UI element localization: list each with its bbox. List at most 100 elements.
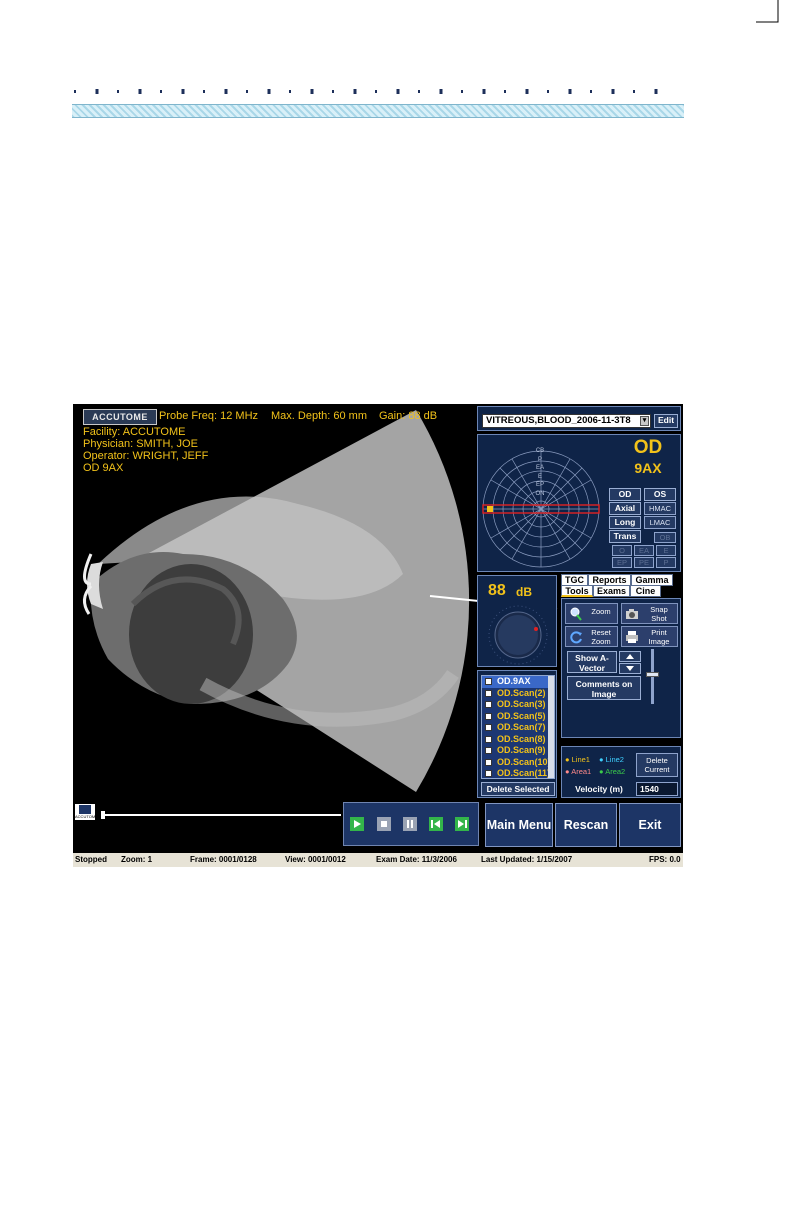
decorative-dot <box>181 89 185 94</box>
reset-zoom-button[interactable]: Reset Zoom <box>565 626 618 647</box>
decorative-dot <box>310 89 314 94</box>
diagnosis-select[interactable]: VITREOUS,BLOOD_2006-11-3T8 ▾ <box>482 414 651 428</box>
list-item[interactable]: OD.Scan(2) <box>482 688 554 700</box>
operator-label: Operator: WRIGHT, JEFF <box>83 450 209 462</box>
area2-option[interactable]: ● Area2 <box>599 767 625 776</box>
decorative-dot-row <box>74 89 658 94</box>
list-scrollbar[interactable] <box>548 676 554 778</box>
accutome-logo: ACCUTOME <box>83 409 157 425</box>
status-bar: Stopped Zoom: 1 Frame: 0001/0128 View: 0… <box>73 853 683 867</box>
axial-button[interactable]: Axial <box>609 502 641 515</box>
tab-cine[interactable]: Cine <box>630 585 661 597</box>
ob-button[interactable]: OB <box>654 532 676 543</box>
zoom-button[interactable]: Zoom <box>565 603 618 624</box>
cine-logo-text: ACCUTOME <box>75 814 98 819</box>
delete-current-button[interactable]: Delete Current <box>636 753 678 777</box>
facility-label: Facility: ACCUTOME <box>83 426 186 438</box>
rescan-button[interactable]: Rescan <box>555 803 617 847</box>
physician-label: Physician: SMITH, JOE <box>83 438 198 450</box>
velocity-input[interactable]: 1540 <box>636 782 678 796</box>
scan-list-panel: OD.9AX OD.Scan(2) OD.Scan(3) OD.Scan(5) … <box>477 670 557 798</box>
area1-option[interactable]: ● Area1 <box>565 767 591 776</box>
decorative-dot <box>654 89 658 94</box>
pause-icon <box>407 820 413 828</box>
decorative-dot <box>267 89 271 94</box>
decorative-dot <box>418 90 420 93</box>
list-item[interactable]: OD.9AX <box>482 676 554 688</box>
snapshot-label: Snap Shot <box>650 605 668 623</box>
pe-button[interactable]: PE <box>634 557 654 568</box>
o-button[interactable]: O <box>612 545 632 556</box>
measurement-panel: ● Line1 ● Line2 ● Area1 ● Area2 Delete C… <box>561 746 681 798</box>
list-item[interactable]: OD.Scan(8) <box>482 734 554 746</box>
lmac-button[interactable]: LMAC <box>644 516 676 529</box>
tab-tools[interactable]: Tools <box>561 585 593 597</box>
scan-label: OD 9AX <box>83 462 124 474</box>
ultrasound-screenshot: ACCUTOME Probe Freq: 12 MHz Max. Depth: … <box>73 404 683 867</box>
long-button[interactable]: Long <box>609 516 641 529</box>
max-depth-label: Max. Depth: 60 mm <box>271 410 367 422</box>
slider-thumb[interactable] <box>646 672 659 677</box>
cine-scrubber-thumb[interactable] <box>101 811 105 819</box>
ep-button[interactable]: EP <box>612 557 632 568</box>
area1-label: Area1 <box>571 767 592 776</box>
exit-button[interactable]: Exit <box>619 803 681 847</box>
line1-option[interactable]: ● Line1 <box>565 755 590 764</box>
show-avector-button[interactable]: Show A-Vector <box>567 651 617 673</box>
p-button[interactable]: P <box>656 557 676 568</box>
gain-value: 88 <box>488 582 506 599</box>
line2-option[interactable]: ● Line2 <box>599 755 624 764</box>
delete-selected-button[interactable]: Delete Selected <box>481 782 555 796</box>
edit-diagnosis-button[interactable]: Edit <box>654 414 678 428</box>
list-item[interactable]: OD.Scan(9) <box>482 745 554 757</box>
camera-icon <box>626 609 638 619</box>
line1-label: Line1 <box>571 755 590 764</box>
header-band <box>72 104 684 118</box>
stop-icon <box>381 821 387 827</box>
clock-label: ON <box>535 490 545 497</box>
list-item[interactable]: OD.Scan(3) <box>482 699 554 711</box>
play-button[interactable] <box>350 817 364 831</box>
step-back-button[interactable] <box>429 817 443 831</box>
stop-button[interactable] <box>377 817 391 831</box>
snapshot-button[interactable]: Snap Shot <box>621 603 678 624</box>
hmac-button[interactable]: HMAC <box>644 502 676 515</box>
scan-list[interactable]: OD.9AX OD.Scan(2) OD.Scan(3) OD.Scan(5) … <box>481 675 555 779</box>
decorative-dot <box>224 89 228 94</box>
line2-label: Line2 <box>605 755 624 764</box>
trans-button[interactable]: Trans <box>609 530 641 543</box>
list-item[interactable]: OD.Scan(5) <box>482 711 554 723</box>
od-button[interactable]: OD <box>609 488 641 501</box>
probe-freq-label: Probe Freq: 12 MHz <box>159 410 259 422</box>
scroll-down-button[interactable] <box>619 663 641 674</box>
cine-bar: ACCUTOME <box>73 802 481 850</box>
decorative-dot <box>504 90 506 93</box>
tab-strip: TGC Reports Gamma Tools Exams Cine <box>561 574 681 597</box>
decorative-dot <box>74 90 76 93</box>
cine-scrubber-track[interactable] <box>101 814 341 816</box>
eye-indicator: OD <box>633 437 663 458</box>
decorative-dot <box>611 89 615 94</box>
list-item[interactable]: OD.Scan(10) <box>482 757 554 769</box>
decorative-dot <box>203 90 205 93</box>
pause-button[interactable] <box>403 817 417 831</box>
decorative-dot <box>547 90 549 93</box>
step-forward-icon <box>458 820 467 828</box>
probe-position-panel: CB P EA E EP ON OD 9AX OD OS Axial HMAC … <box>477 434 681 572</box>
main-menu-button[interactable]: Main Menu <box>485 803 553 847</box>
comments-on-image-button[interactable]: Comments on Image <box>567 676 641 700</box>
print-image-button[interactable]: Print Image <box>621 626 678 647</box>
os-button[interactable]: OS <box>644 488 676 501</box>
list-item[interactable]: OD.Scan(11) <box>482 768 554 780</box>
velocity-label: Velocity (m) <box>575 784 623 794</box>
list-item[interactable]: OD.Scan(7) <box>482 722 554 734</box>
position-indicator: 9AX <box>634 460 662 476</box>
scroll-up-button[interactable] <box>619 651 641 662</box>
decorative-dot <box>525 89 529 94</box>
status-state: Stopped <box>75 855 107 864</box>
e-button[interactable]: E <box>656 545 676 556</box>
step-forward-button[interactable] <box>455 817 469 831</box>
ea-button[interactable]: EA <box>634 545 654 556</box>
tab-exams[interactable]: Exams <box>593 585 630 597</box>
gain-knob[interactable] <box>486 604 550 666</box>
